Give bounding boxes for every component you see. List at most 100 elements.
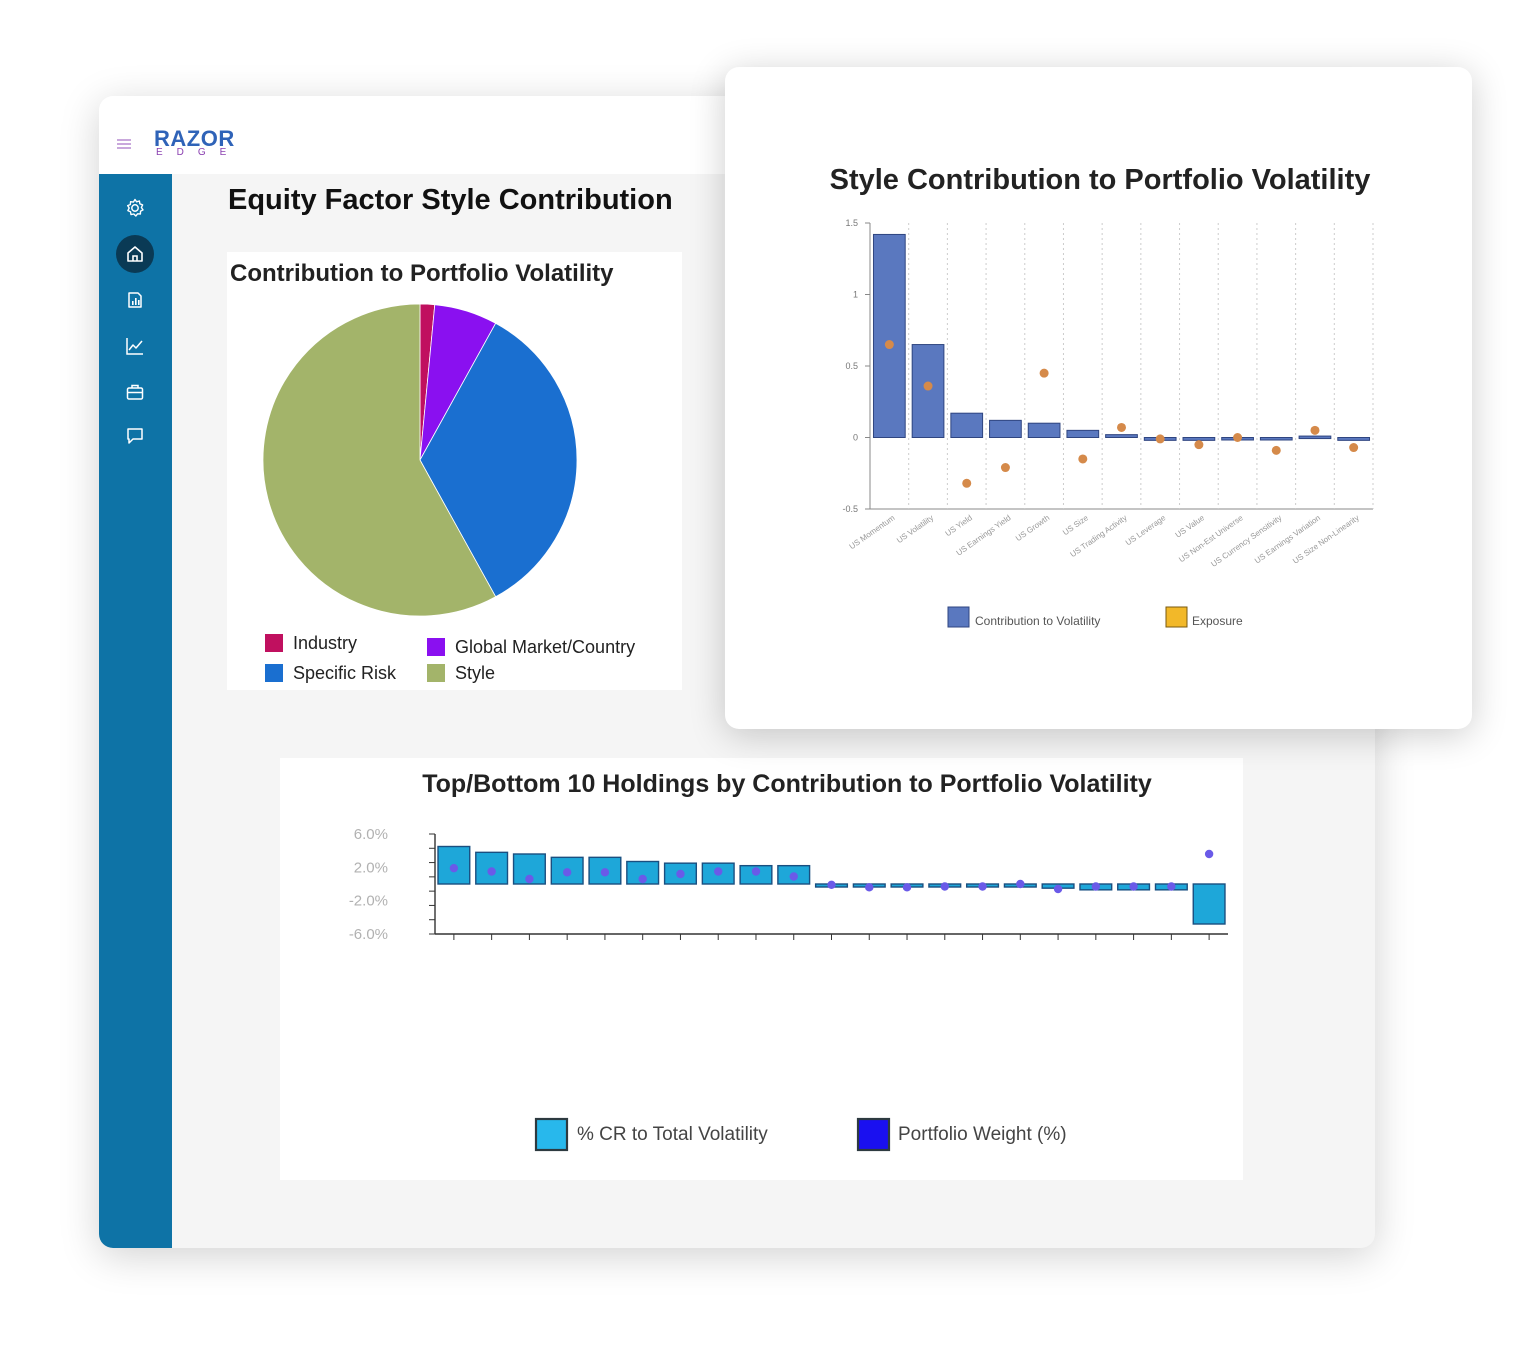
nav-messages[interactable]: [116, 417, 154, 455]
contribution-bar: [1066, 429, 1100, 439]
weight-point: [638, 874, 647, 884]
weight-point: [600, 868, 610, 877]
y-tick-label: -6.0%: [349, 926, 388, 943]
style-contribution-bar-chart: Style Contribution to Portfolio Volatili…: [830, 164, 1374, 628]
weight-point: [1016, 879, 1025, 889]
exposure-point: [1349, 443, 1359, 453]
contribution-bar: [911, 344, 945, 438]
exposure-point: [1310, 425, 1320, 435]
exposure-point: [1155, 434, 1165, 444]
contribution-pie-chart: Contribution to Portfolio Volatility Indu…: [230, 260, 635, 683]
weight-point: [902, 883, 912, 892]
legend-label: % CR to Total Volatility: [577, 1124, 768, 1145]
weight-point: [865, 883, 874, 892]
x-tick-label: US Value: [1174, 513, 1207, 540]
y-tick-label: -0.5: [842, 504, 858, 514]
nav-settings[interactable]: [116, 189, 154, 227]
contribution-bar: [989, 419, 1022, 438]
holdings-bar-chart: Top/Bottom 10 Holdings by Contribution t…: [349, 770, 1228, 1152]
weight-point: [827, 880, 836, 890]
contribution-bar: [1337, 437, 1371, 441]
x-tick-label: US Size Non-Linearity: [1291, 513, 1361, 566]
x-tick-label: US Leverage: [1124, 513, 1168, 547]
hamburger-menu-icon[interactable]: [117, 137, 133, 151]
y-tick-label: -2.0%: [349, 893, 388, 910]
legend-label: Contribution to Volatility: [975, 614, 1100, 628]
nav-analytics[interactable]: [116, 327, 154, 365]
x-tick-label: US Earnings Variation: [1253, 513, 1322, 565]
legend-label: Exposure: [1192, 614, 1243, 628]
exposure-point: [1233, 433, 1243, 442]
home-icon: [127, 246, 143, 262]
pie-chart-panel: Contribution to Portfolio Volatility Indu…: [227, 252, 682, 690]
legend-label: Portfolio Weight (%): [898, 1124, 1067, 1145]
weight-point: [751, 867, 761, 876]
legend-swatch: [427, 638, 445, 656]
nav-reports[interactable]: [116, 281, 154, 319]
contribution-bar: [872, 233, 906, 438]
x-tick-label: US Momentum: [848, 513, 897, 551]
exposure-point: [884, 340, 894, 350]
style-contribution-card: Style Contribution to Portfolio Volatili…: [725, 67, 1472, 729]
cr-bar: [1192, 883, 1226, 925]
chat-icon: [127, 428, 143, 444]
chart-title: Style Contribution to Portfolio Volatili…: [830, 164, 1371, 196]
y-tick-label: 2.0%: [354, 859, 388, 876]
exposure-point: [962, 478, 972, 488]
weight-point: [1129, 882, 1138, 891]
nav-home[interactable]: [116, 235, 154, 273]
legend-label: Specific Risk: [293, 663, 397, 683]
contribution-bar: [1105, 434, 1138, 439]
logo-sub-text: EDGE: [156, 147, 241, 158]
weight-point: [940, 882, 949, 891]
legend-swatch-contribution: [947, 606, 970, 628]
contribution-bar: [1027, 422, 1061, 439]
x-tick-label: US Size: [1061, 513, 1090, 537]
line-chart-icon: [126, 338, 143, 355]
x-tick-label: US Currency Sensitivity: [1209, 513, 1283, 569]
razor-edge-logo[interactable]: RAZOR EDGE: [154, 126, 244, 166]
weight-point: [525, 874, 534, 884]
nav-portfolio[interactable]: [116, 373, 154, 411]
contribution-bar: [1259, 437, 1293, 441]
holdings-chart-panel: Top/Bottom 10 Holdings by Contribution t…: [280, 758, 1243, 1180]
gear-icon: [127, 198, 144, 217]
weight-point: [789, 872, 798, 881]
weight-point: [449, 863, 459, 873]
legend-label: Style: [455, 663, 495, 683]
weight-point: [1204, 849, 1214, 859]
chart-title: Contribution to Portfolio Volatility: [230, 260, 614, 287]
weight-point: [1167, 882, 1176, 891]
exposure-point: [923, 381, 933, 391]
legend-swatch: [265, 634, 283, 652]
exposure-point: [1039, 368, 1049, 378]
exposure-point: [1194, 440, 1204, 450]
x-tick-label: US Yield: [944, 513, 974, 538]
contribution-bar: [1298, 435, 1332, 440]
chart-title: Top/Bottom 10 Holdings by Contribution t…: [422, 770, 1152, 798]
report-icon: [128, 292, 142, 308]
x-tick-label: US Volatility: [895, 513, 935, 545]
exposure-point: [1078, 454, 1088, 464]
legend-swatch-exposure: [1165, 606, 1188, 628]
y-tick-label: 6.0%: [354, 826, 388, 843]
legend-swatch-weight: [856, 1117, 891, 1152]
y-tick-label: 1: [853, 290, 858, 300]
y-tick-label: 0.5: [845, 361, 858, 371]
exposure-point: [1271, 445, 1281, 455]
legend-label: Industry: [293, 633, 357, 653]
y-tick-label: 0: [853, 433, 858, 443]
legend-swatch: [265, 664, 283, 682]
weight-point: [1091, 882, 1101, 891]
weight-point: [562, 868, 572, 877]
briefcase-icon: [126, 384, 144, 400]
contribution-bar: [1182, 437, 1216, 441]
weight-point: [1053, 884, 1063, 894]
legend-label: Global Market/Country: [455, 637, 635, 657]
weight-point: [978, 882, 987, 891]
weight-point: [487, 867, 496, 876]
x-tick-label: US Non-Est Universe: [1177, 513, 1245, 564]
contribution-bar: [950, 412, 984, 439]
legend-swatch: [427, 664, 445, 682]
exposure-point: [1117, 422, 1126, 432]
